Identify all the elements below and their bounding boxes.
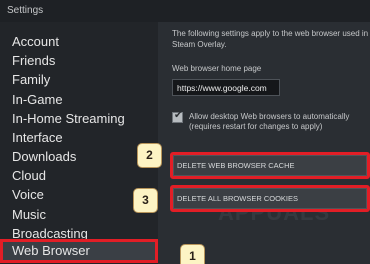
sidebar-item-cloud[interactable]: Cloud bbox=[12, 168, 46, 184]
delete-cache-highlight: DELETE WEB BROWSER CACHE bbox=[170, 152, 370, 179]
settings-sidebar: Account Friends Family In-Game In-Home S… bbox=[0, 22, 158, 264]
home-page-label: Web browser home page bbox=[172, 64, 262, 73]
home-page-input[interactable] bbox=[172, 79, 280, 96]
allow-desktop-browsers-checkbox[interactable]: ✔ bbox=[172, 110, 183, 123]
allow-desktop-browsers-label: Allow desktop Web browsers to automatica… bbox=[189, 112, 350, 131]
title-bar: Settings bbox=[0, 0, 370, 22]
delete-all-browser-cookies-button[interactable]: DELETE ALL BROWSER COOKIES bbox=[173, 188, 367, 209]
delete-web-browser-cache-button[interactable]: DELETE WEB BROWSER CACHE bbox=[173, 155, 367, 176]
sidebar-item-family[interactable]: Family bbox=[12, 72, 50, 88]
checkmark-icon: ✔ bbox=[174, 110, 183, 121]
sidebar-item-in-home-streaming[interactable]: In-Home Streaming bbox=[12, 111, 125, 127]
settings-description: The following settings apply to the web … bbox=[172, 29, 369, 49]
window-title: Settings bbox=[7, 5, 44, 16]
delete-cookies-highlight: DELETE ALL BROWSER COOKIES bbox=[170, 185, 370, 212]
sidebar-item-friends[interactable]: Friends bbox=[12, 53, 55, 69]
web-browser-settings-panel: The following settings apply to the web … bbox=[158, 22, 370, 264]
sidebar-item-account[interactable]: Account bbox=[12, 34, 59, 50]
sidebar-item-voice[interactable]: Voice bbox=[12, 187, 44, 203]
sidebar-item-downloads[interactable]: Downloads bbox=[12, 149, 76, 165]
step-1-marker: 1 bbox=[180, 244, 205, 264]
step-2-marker: 2 bbox=[137, 143, 162, 168]
sidebar-item-interface[interactable]: Interface bbox=[12, 130, 63, 146]
sidebar-item-in-game[interactable]: In-Game bbox=[12, 92, 63, 108]
sidebar-item-web-browser[interactable]: Web Browser bbox=[0, 239, 158, 263]
step-3-marker: 3 bbox=[133, 188, 158, 213]
sidebar-item-music[interactable]: Music bbox=[12, 207, 46, 223]
